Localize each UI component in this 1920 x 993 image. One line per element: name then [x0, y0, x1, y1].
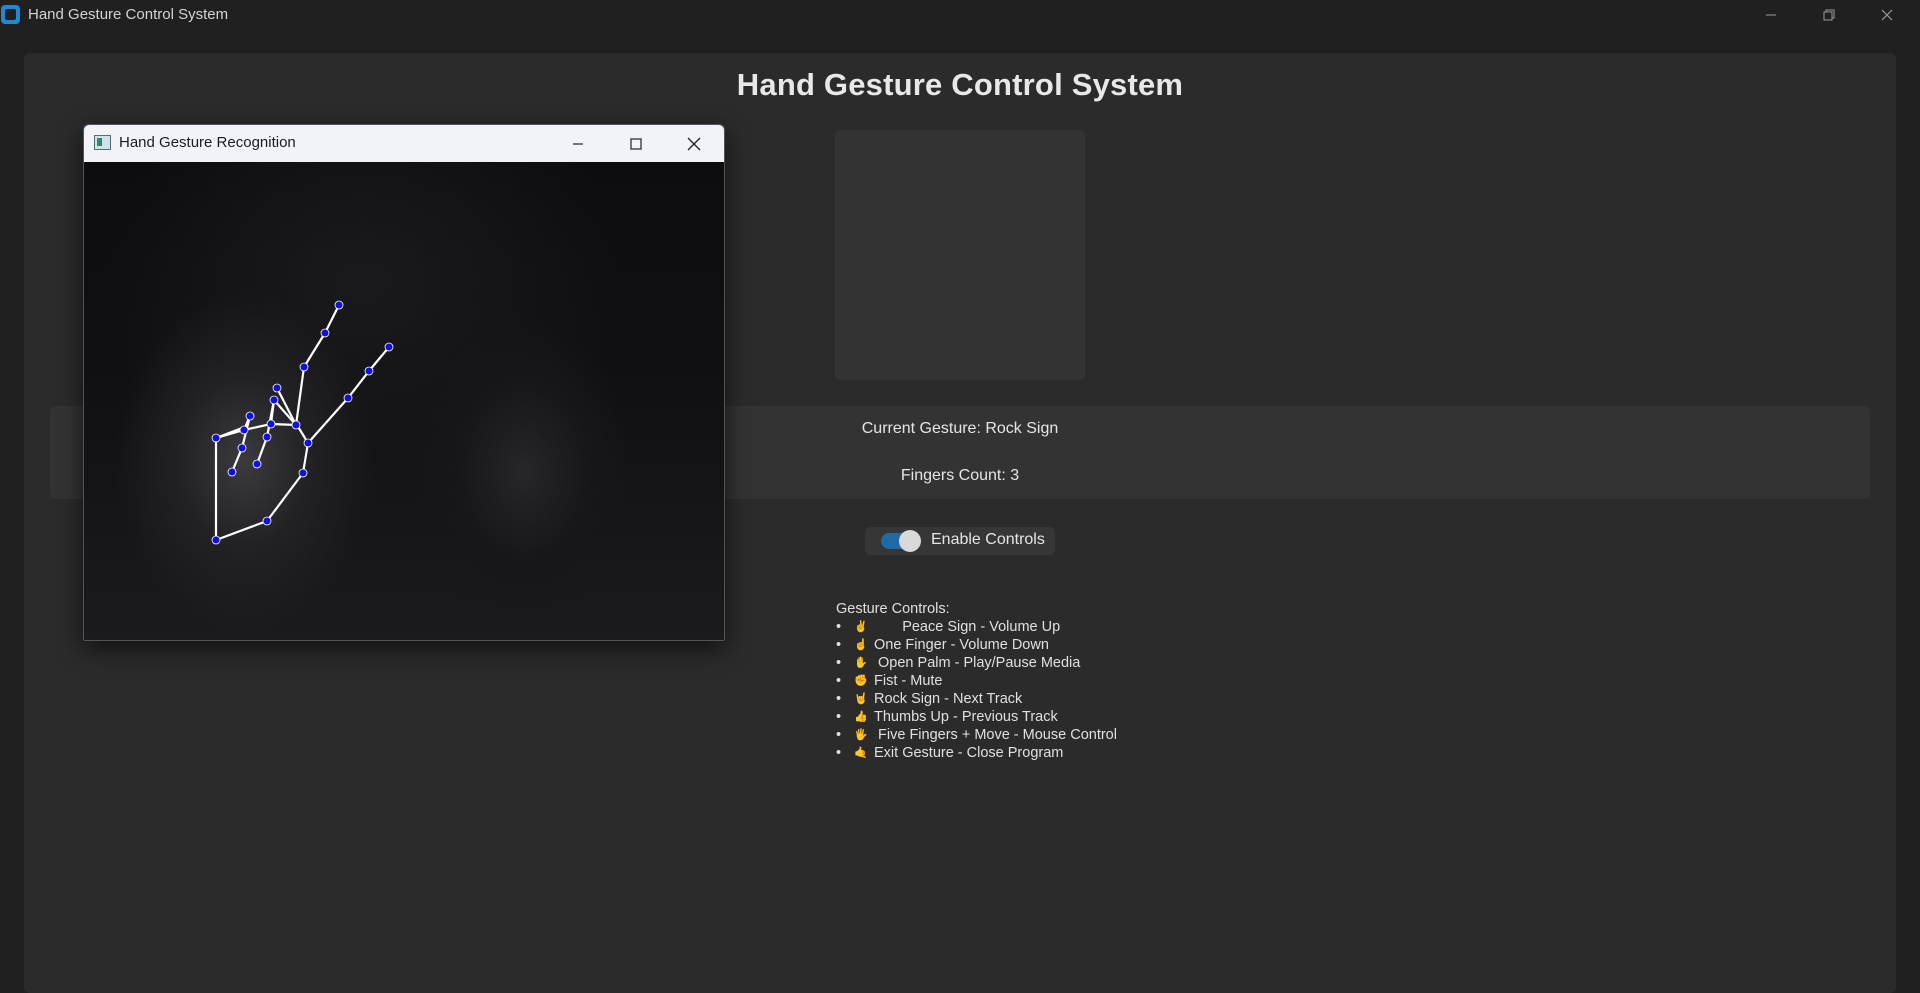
- exit-hand-icon: 🤙: [854, 747, 868, 759]
- peace-hand-icon: ✌: [854, 621, 868, 633]
- list-item-text: Peace Sign - Volume Up: [874, 619, 1061, 635]
- list-item-text: Exit Gesture - Close Program: [874, 745, 1064, 761]
- enable-controls-switch[interactable]: Enable Controls: [865, 527, 1055, 555]
- list-item: • ✊ Fist - Mute: [836, 672, 1117, 690]
- gesture-preview-box: [835, 130, 1085, 380]
- app-icon: [1, 5, 20, 24]
- bullet: •: [836, 619, 842, 635]
- open-palm-icon: ✋: [854, 657, 868, 669]
- list-item-text: Thumbs Up - Previous Track: [874, 709, 1058, 725]
- minimize-icon: [1766, 14, 1776, 15]
- camera-feed: [84, 162, 724, 640]
- minimize-button[interactable]: [1742, 0, 1800, 29]
- bullet: •: [836, 709, 842, 725]
- five-fingers-icon: 🖐: [854, 729, 868, 741]
- list-item-text: Rock Sign - Next Track: [874, 691, 1023, 707]
- bullet: •: [836, 745, 842, 761]
- list-item: • ☝ One Finger - Volume Down: [836, 636, 1117, 654]
- camera-window[interactable]: Hand Gesture Recognition: [83, 124, 725, 641]
- list-item-text: Five Fingers + Move - Mouse Control: [874, 727, 1117, 743]
- page-title: Hand Gesture Control System: [736, 67, 1184, 102]
- minimize-icon: [573, 142, 583, 145]
- gesture-controls-list: Gesture Controls: • ✌ Peace Sign - Volume…: [836, 600, 1117, 762]
- camera-window-icon: [94, 135, 111, 150]
- camera-close-button[interactable]: [666, 125, 722, 162]
- switch-knob[interactable]: [899, 530, 921, 552]
- list-item: • 🖐 Five Fingers + Move - Mouse Control: [836, 726, 1117, 744]
- bullet: •: [836, 691, 842, 707]
- camera-window-title: Hand Gesture Recognition: [119, 134, 296, 151]
- restore-button[interactable]: [1800, 0, 1858, 29]
- pointing-finger-icon: ☝: [854, 639, 868, 651]
- enable-controls-label: Enable Controls: [931, 531, 1045, 548]
- gesture-controls-heading: Gesture Controls:: [836, 601, 950, 617]
- app-window-title: Hand Gesture Control System: [28, 6, 229, 23]
- maximize-icon: [630, 137, 642, 150]
- hand-landmarks-overlay: [211, 300, 394, 545]
- camera-minimize-button[interactable]: [550, 125, 606, 162]
- camera-maximize-button[interactable]: [608, 125, 664, 162]
- list-item: • ✋ Open Palm - Play/Pause Media: [836, 654, 1117, 672]
- thumbs-up-icon: 👍: [854, 711, 868, 723]
- bullet: •: [836, 727, 842, 743]
- bullet: •: [836, 655, 842, 671]
- restore-icon: [1823, 9, 1835, 20]
- app-titlebar: Hand Gesture Control System: [0, 0, 1920, 29]
- list-item: • 🤘 Rock Sign - Next Track: [836, 690, 1117, 708]
- list-item-text: One Finger - Volume Down: [874, 637, 1049, 653]
- fist-icon: ✊: [854, 675, 868, 687]
- close-button[interactable]: [1858, 0, 1916, 29]
- rock-hand-icon: 🤘: [854, 693, 868, 705]
- list-item: • ✌ Peace Sign - Volume Up: [836, 618, 1117, 636]
- bullet: •: [836, 673, 842, 689]
- camera-window-titlebar[interactable]: Hand Gesture Recognition: [84, 125, 724, 162]
- list-item: • 👍 Thumbs Up - Previous Track: [836, 708, 1117, 726]
- list-item-text: Fist - Mute: [874, 673, 943, 689]
- list-item-text: Open Palm - Play/Pause Media: [874, 655, 1081, 671]
- bullet: •: [836, 637, 842, 653]
- close-icon: [1881, 9, 1893, 20]
- close-icon: [687, 137, 701, 150]
- list-item: • 🤙 Exit Gesture - Close Program: [836, 744, 1117, 762]
